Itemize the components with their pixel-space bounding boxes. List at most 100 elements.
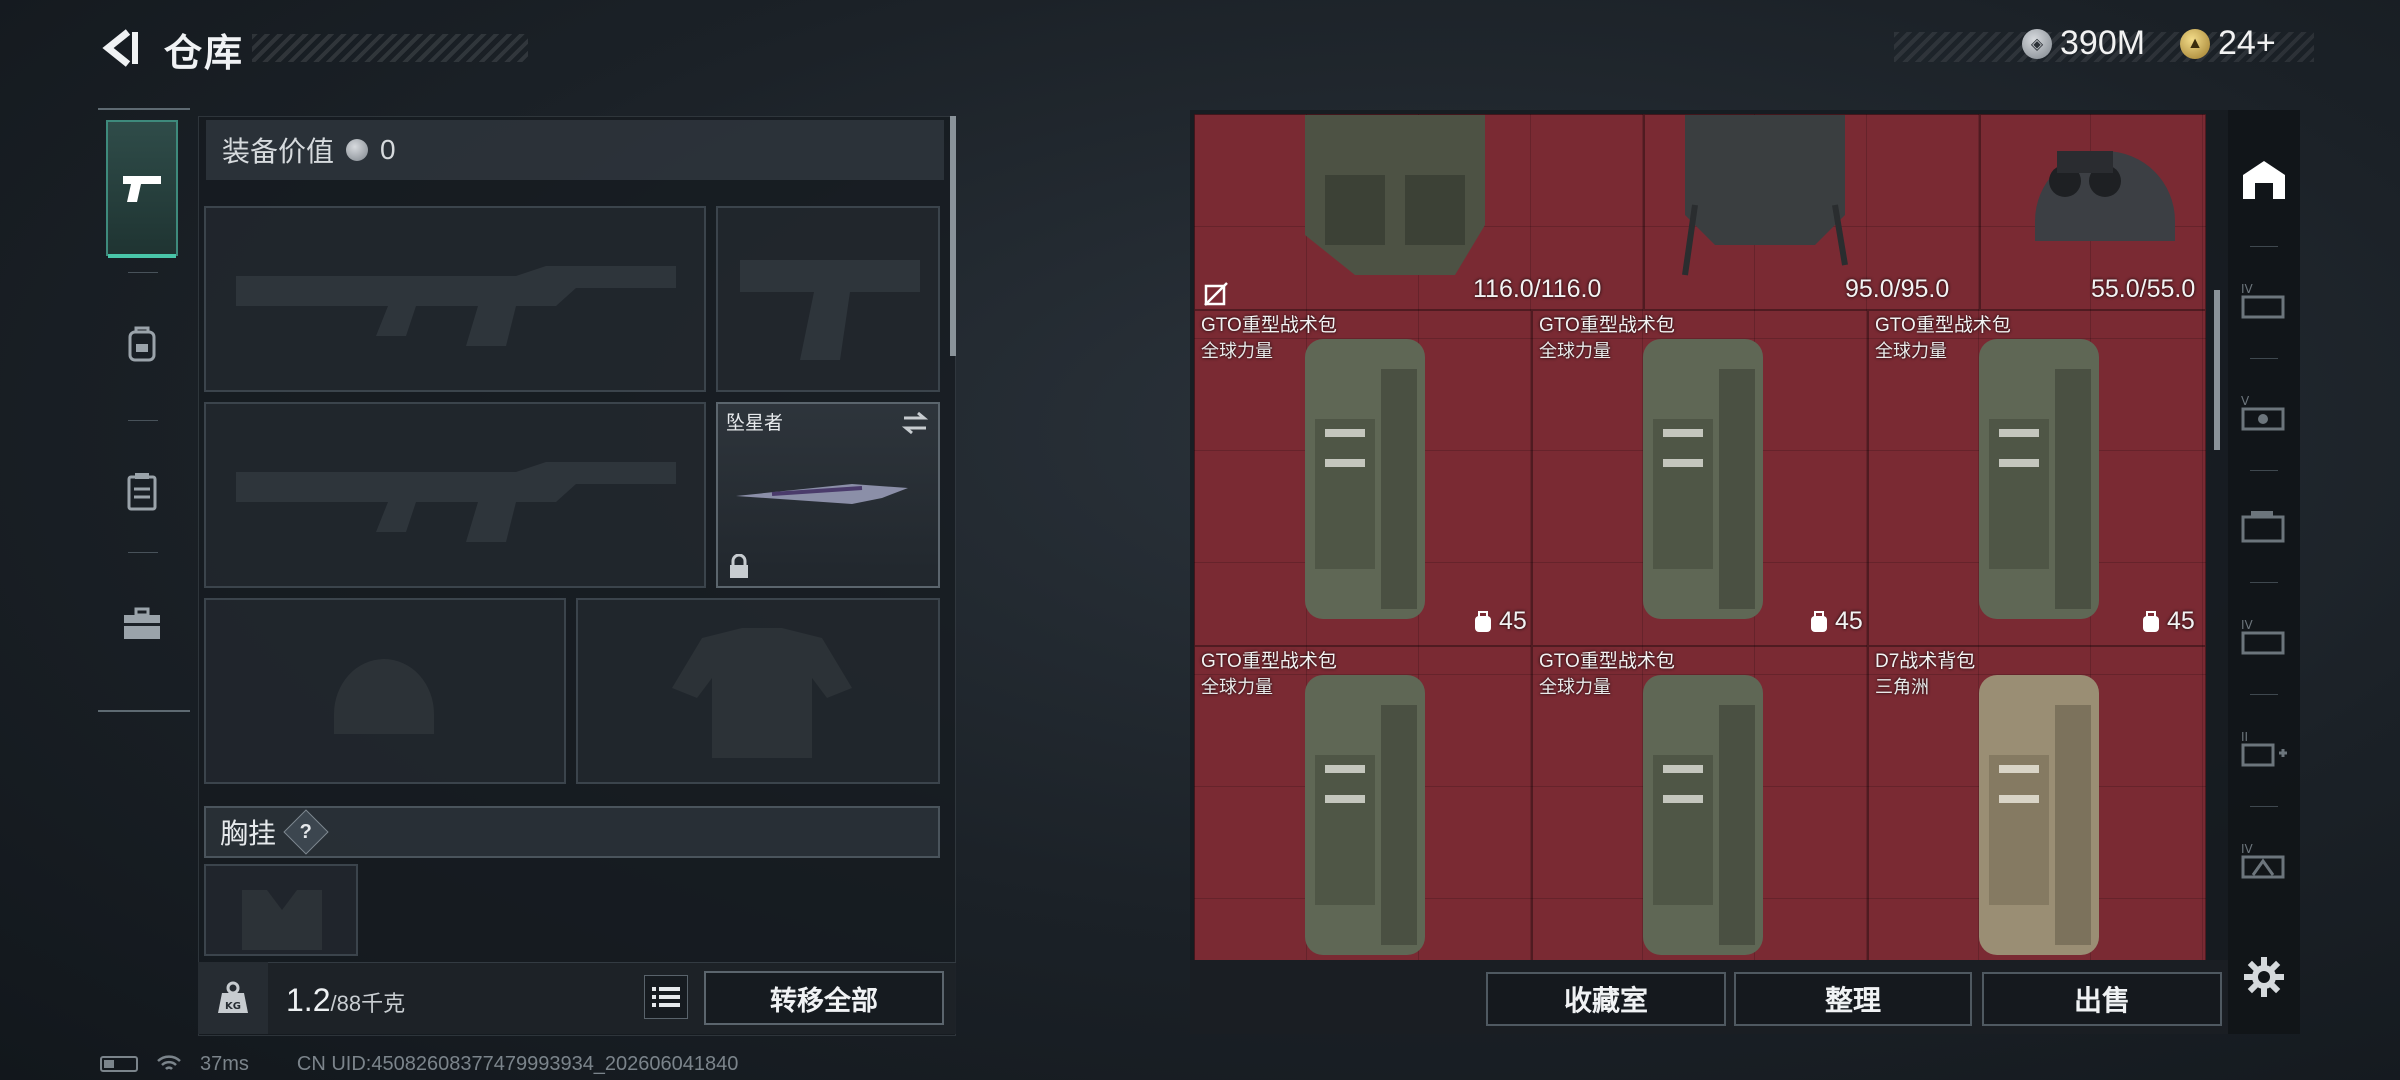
warehouse-item-backpack[interactable]: GTO重型战术包 全球力量 45	[1532, 310, 1868, 646]
supplies-crate-icon: II	[2241, 730, 2287, 767]
transfer-all-button[interactable]: 转移全部	[704, 971, 944, 1025]
svg-text:KG: KG	[225, 1001, 241, 1012]
secondary-weapon-slot[interactable]	[204, 402, 706, 588]
helmet-silhouette-icon	[334, 659, 434, 734]
chest-rig-header: 胸挂 ?	[204, 806, 940, 858]
category-tab-iv-medical[interactable]: IV	[2232, 582, 2296, 692]
chest-rig-slot[interactable]	[204, 864, 358, 956]
backpack-small-icon	[1475, 610, 1491, 632]
weight-value: 1.2	[286, 982, 331, 1018]
misc-crate-icon: IV	[2241, 842, 2285, 879]
backpack-image	[1643, 339, 1763, 619]
item-brand: 全球力量	[1539, 677, 1611, 697]
warehouse-item-backpack[interactable]: D7战术背包 三角洲	[1868, 646, 2206, 960]
page-title: 仓库	[164, 33, 245, 75]
weight-icon: KG	[218, 981, 248, 1013]
wifi-icon	[157, 1055, 181, 1070]
silver-currency: ◈ 390M	[2022, 24, 2145, 63]
helmet-slot[interactable]	[204, 598, 566, 784]
backpack-small-icon	[2143, 610, 2159, 632]
rifle-silhouette-icon	[236, 462, 676, 542]
tab-case[interactable]	[106, 556, 178, 692]
ping-value: 37ms	[200, 1052, 249, 1075]
tab-vest[interactable]	[106, 424, 178, 560]
status-bar: 37ms CN UID:450826083774799939​34_202606…	[100, 1050, 738, 1078]
pistol-silhouette-icon	[740, 260, 920, 360]
equip-value-label: 装备价值	[222, 136, 335, 167]
warehouse-scrollbar[interactable]	[2214, 290, 2220, 450]
silver-coin-icon	[346, 139, 369, 161]
backpack-small-icon	[1811, 610, 1827, 632]
sell-button[interactable]: 出售	[1982, 972, 2222, 1026]
settings-button[interactable]	[2232, 922, 2296, 1032]
svg-text:IV: IV	[2241, 282, 2254, 296]
weight-readout: 1.2/88千克	[286, 982, 405, 1019]
category-tab-iv-misc[interactable]: IV	[2232, 806, 2296, 916]
gold-currency[interactable]: ▲ 24+	[2180, 24, 2276, 63]
loadout-scrollbar[interactable]	[950, 116, 956, 356]
primary-weapon-slot[interactable]	[204, 206, 706, 392]
title-decoration	[252, 34, 528, 62]
weight-icon-box: KG	[198, 962, 268, 1034]
rifle-silhouette-icon	[236, 266, 676, 346]
vest-image	[1682, 115, 1848, 276]
list-view-button[interactable]	[644, 975, 688, 1019]
tab-backpack[interactable]	[106, 276, 178, 412]
chest-rig-silhouette-icon	[242, 890, 322, 950]
item-durability: 116.0/116.0	[1473, 275, 1602, 303]
collection-room-button[interactable]: 收藏室	[1486, 972, 1726, 1026]
knife-icon	[736, 484, 908, 504]
backpack-image	[1643, 675, 1763, 955]
warehouse-grid[interactable]: 116.0/116.0 95.0/95.0 55.0/55.0 GTO重型战术包…	[1194, 114, 2206, 960]
weight-max: /88千克	[330, 991, 406, 1016]
gear-icon	[2244, 957, 2284, 997]
item-brand: 全球力量	[1201, 677, 1273, 697]
medical-crate-icon: IV	[2241, 618, 2285, 655]
category-all-tab[interactable]	[2232, 124, 2296, 234]
backpack-image	[1979, 675, 2099, 955]
sidearm-slot[interactable]	[716, 206, 940, 392]
tab-weapons[interactable]	[106, 120, 178, 258]
vest-icon	[127, 473, 157, 511]
user-uid: CN UID:450826083774799939​34_20260604184…	[296, 1052, 739, 1075]
item-durability: 55.0/55.0	[2091, 275, 2196, 303]
warehouse-item-armor[interactable]: 95.0/95.0	[1644, 114, 1980, 310]
organize-button[interactable]: 整理	[1734, 972, 1972, 1026]
item-brand: 三角洲	[1875, 677, 1929, 697]
list-icon	[652, 987, 680, 1007]
warehouse-item-backpack[interactable]: GTO重型战术包 全球力量 45	[1868, 310, 2206, 646]
item-brand: 全球力量	[1201, 341, 1273, 361]
pistol-icon	[123, 176, 161, 202]
category-tab-iv-weapon[interactable]: IV	[2232, 246, 2296, 356]
category-tab-storage[interactable]	[2232, 470, 2296, 580]
warehouse-item-helmet[interactable]: 55.0/55.0	[1980, 114, 2206, 310]
backpack-image	[1979, 339, 2099, 619]
lock-icon	[730, 554, 748, 578]
warehouse-item-backpack[interactable]: GTO重型战术包 全球力量 45	[1194, 310, 1532, 646]
briefcase-icon	[124, 607, 160, 639]
equipment-crate-icon: V	[2241, 394, 2285, 431]
melee-slot[interactable]: 坠星者	[716, 402, 940, 588]
svg-text:II: II	[2241, 730, 2248, 744]
backpack-icon	[128, 326, 156, 362]
warehouse-item-backpack[interactable]: GTO重型战术包 全球力量	[1532, 646, 1868, 960]
armor-slot[interactable]	[576, 598, 940, 784]
warehouse-item-backpack[interactable]: GTO重型战术包 全球力量	[1194, 646, 1532, 960]
armor-silhouette-icon	[672, 628, 852, 758]
vest-image	[1305, 115, 1485, 275]
warehouse-item-armor[interactable]: 116.0/116.0	[1194, 114, 1644, 310]
category-tab-v-equip[interactable]: V	[2232, 358, 2296, 468]
item-capacity: 45	[1473, 607, 1527, 636]
back-button[interactable]	[96, 24, 144, 72]
category-tab-ii-supplies[interactable]: II	[2232, 694, 2296, 804]
back-arrow-icon	[102, 29, 138, 67]
swap-icon[interactable]	[900, 410, 930, 436]
battery-icon	[100, 1056, 138, 1072]
helmet-image	[2035, 151, 2175, 241]
silver-amount: 390M	[2060, 24, 2146, 62]
chest-rig-label: 胸挂	[220, 818, 277, 849]
item-capacity: 45	[2141, 607, 2195, 636]
help-icon[interactable]: ?	[283, 809, 329, 855]
item-brand: 全球力量	[1875, 341, 1947, 361]
gold-coin-icon: ▲	[2180, 28, 2210, 59]
